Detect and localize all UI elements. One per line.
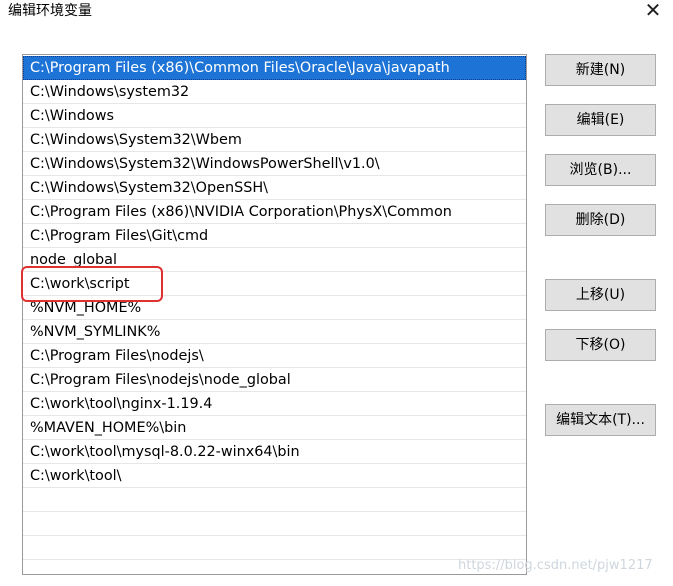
- list-item[interactable]: C:\Program Files (x86)\NVIDIA Corporatio…: [23, 200, 526, 224]
- list-item-label: %NVM_SYMLINK%: [30, 324, 161, 340]
- new-button[interactable]: 新建(N): [545, 54, 656, 86]
- browse-button[interactable]: 浏览(B)...: [545, 154, 656, 186]
- list-item-label: C:\Windows\System32\OpenSSH\: [30, 180, 269, 196]
- list-item[interactable]: C:\work\tool\nginx-1.19.4: [23, 392, 526, 416]
- list-item[interactable]: C:\work\tool\: [23, 464, 526, 488]
- window-title: 编辑环境变量: [8, 3, 92, 19]
- edit-button[interactable]: 编辑(E): [545, 104, 656, 136]
- list-item[interactable]: C:\Program Files\nodejs\: [23, 344, 526, 368]
- list-item[interactable]: node_global: [23, 248, 526, 272]
- list-item[interactable]: C:\Windows\System32\Wbem: [23, 128, 526, 152]
- list-item-label: C:\Program Files (x86)\Common Files\Orac…: [30, 60, 450, 76]
- list-item[interactable]: %NVM_HOME%: [23, 296, 526, 320]
- close-icon[interactable]: ✕: [640, 0, 666, 22]
- list-item-label: %MAVEN_HOME%\bin: [30, 420, 187, 436]
- list-item[interactable]: C:\Program Files\nodejs\node_global: [23, 368, 526, 392]
- move-down-button[interactable]: 下移(O): [545, 329, 656, 361]
- list-item[interactable]: [23, 488, 526, 512]
- list-item-label: C:\Windows: [30, 108, 114, 124]
- list-item-label: C:\Windows\System32\WindowsPowerShell\v1…: [30, 156, 380, 172]
- list-item-label: C:\work\script: [30, 276, 130, 292]
- list-item[interactable]: C:\Windows\System32\WindowsPowerShell\v1…: [23, 152, 526, 176]
- list-item[interactable]: C:\Windows: [23, 104, 526, 128]
- list-item[interactable]: %NVM_SYMLINK%: [23, 320, 526, 344]
- list-item[interactable]: %MAVEN_HOME%\bin: [23, 416, 526, 440]
- move-up-button[interactable]: 上移(U): [545, 279, 656, 311]
- list-item-label: C:\Windows\system32: [30, 84, 190, 100]
- list-item-label: node_global: [30, 252, 117, 268]
- list-item-label: C:\Program Files (x86)\NVIDIA Corporatio…: [30, 204, 452, 220]
- list-item[interactable]: C:\Windows\system32: [23, 80, 526, 104]
- list-item-label: C:\Program Files\nodejs\: [30, 348, 204, 364]
- list-item[interactable]: [23, 512, 526, 536]
- list-item-label: C:\work\tool\mysql-8.0.22-winx64\bin: [30, 444, 300, 460]
- edit-environment-variable-dialog: 编辑环境变量 ✕ C:\Program Files (x86)\Common F…: [0, 0, 673, 586]
- list-item-label: C:\Program Files\nodejs\node_global: [30, 372, 291, 388]
- delete-button[interactable]: 删除(D): [545, 204, 656, 236]
- list-item[interactable]: C:\Program Files (x86)\Common Files\Orac…: [23, 56, 526, 80]
- list-item[interactable]: C:\work\script: [23, 272, 526, 296]
- list-item-label: C:\Windows\System32\Wbem: [30, 132, 242, 148]
- list-item[interactable]: [23, 536, 526, 560]
- list-item-label: %NVM_HOME%: [30, 300, 142, 316]
- edit-text-button[interactable]: 编辑文本(T)...: [545, 404, 656, 436]
- list-item[interactable]: C:\Windows\System32\OpenSSH\: [23, 176, 526, 200]
- list-item-label: C:\work\tool\nginx-1.19.4: [30, 396, 213, 412]
- list-item[interactable]: C:\Program Files\Git\cmd: [23, 224, 526, 248]
- list-item-label: C:\Program Files\Git\cmd: [30, 228, 209, 244]
- path-list[interactable]: C:\Program Files (x86)\Common Files\Orac…: [22, 54, 527, 575]
- watermark: https://blog.csdn.net/pjw1217: [458, 558, 653, 573]
- list-item[interactable]: C:\work\tool\mysql-8.0.22-winx64\bin: [23, 440, 526, 464]
- list-item-label: C:\work\tool\: [30, 468, 122, 484]
